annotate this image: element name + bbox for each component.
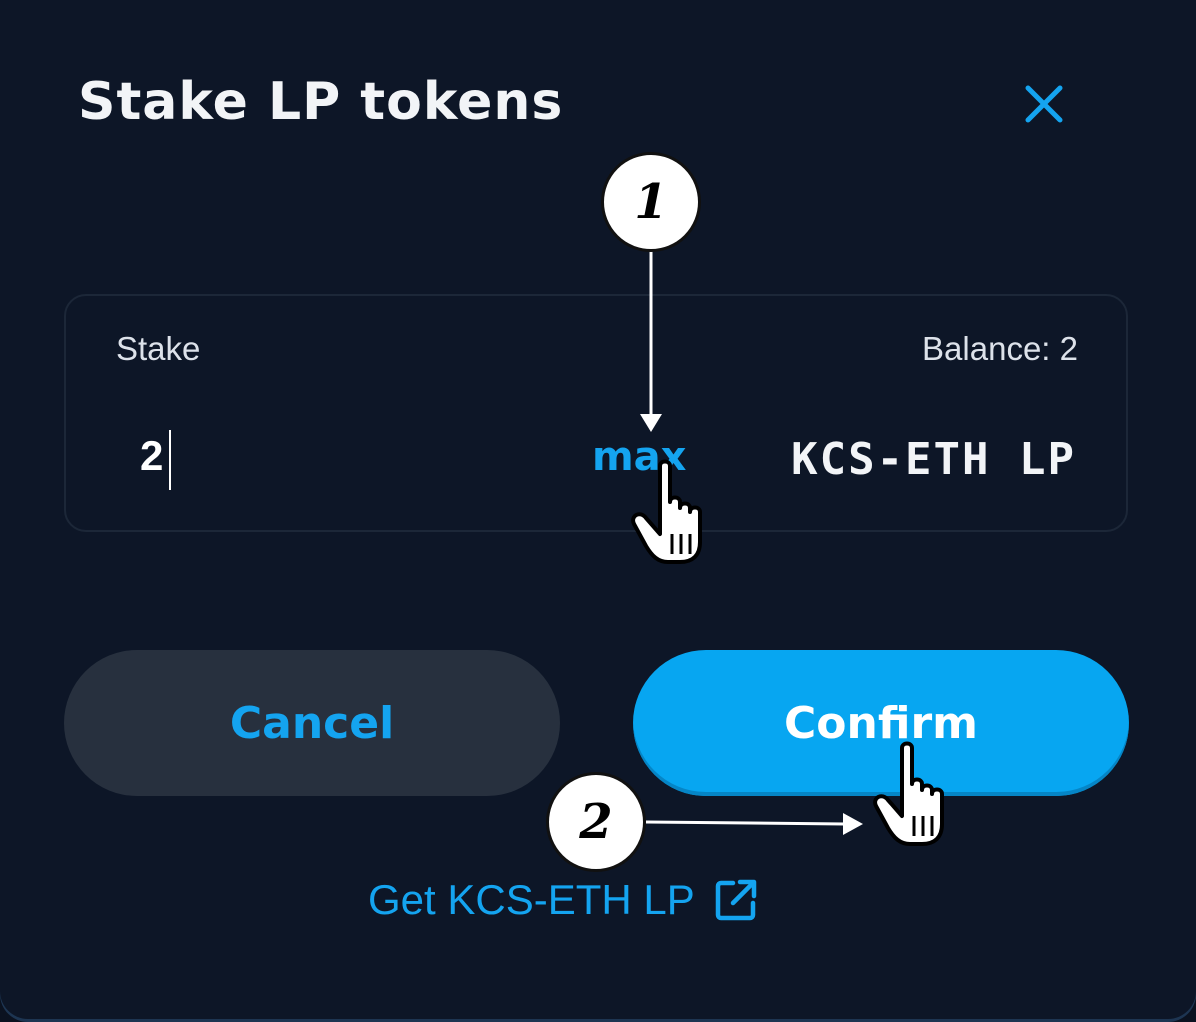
close-icon: [1025, 85, 1063, 123]
step-2-badge: 2: [546, 772, 646, 872]
balance-label: Balance: 2: [922, 330, 1078, 367]
hand-pointer-icon: [873, 741, 944, 846]
stake-label: Stake: [116, 330, 201, 367]
token-name: KCS-ETH LP: [791, 434, 1076, 485]
text-caret: [169, 430, 171, 490]
external-link-icon: [715, 879, 757, 921]
get-lp-link[interactable]: Get KCS-ETH LP: [368, 876, 759, 924]
hand-pointer-icon: [631, 459, 702, 564]
get-lp-link-label: Get KCS-ETH LP: [368, 876, 695, 923]
close-button[interactable]: [1020, 80, 1068, 128]
stake-amount-input[interactable]: [122, 424, 502, 488]
step-1-badge: 1: [601, 152, 701, 252]
cancel-button[interactable]: Cancel: [64, 650, 560, 796]
modal-title: Stake LP tokens: [78, 72, 564, 132]
stake-input-panel: Stake Balance: 2 max KCS-ETH LP: [64, 294, 1128, 532]
